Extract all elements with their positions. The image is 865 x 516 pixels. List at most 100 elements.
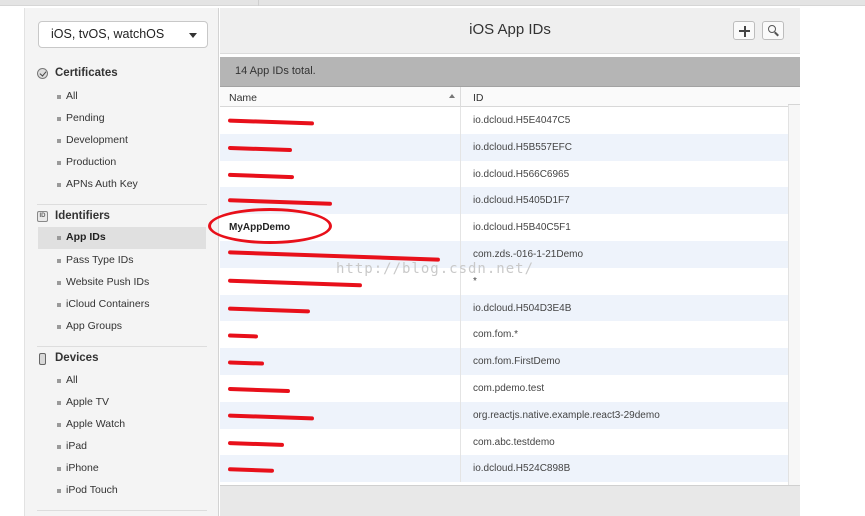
bullet-icon	[57, 161, 61, 165]
sidebar-item-icloud-containers[interactable]: iCloud Containers	[38, 294, 206, 316]
browser-top-edge	[0, 0, 865, 6]
bullet-icon	[57, 139, 61, 143]
section-title: Identifiers	[55, 210, 110, 222]
redaction-mark	[227, 118, 315, 126]
app-id: io.dcloud.H5B40C5F1	[473, 222, 571, 234]
bullet-icon	[57, 236, 61, 240]
bullet-icon	[57, 95, 61, 99]
table-row[interactable]: com.fom.*	[220, 321, 788, 349]
bullet-icon	[57, 259, 61, 263]
sidebar-item-apple-tv[interactable]: Apple TV	[38, 392, 206, 414]
table-row[interactable]: com.fom.FirstDemo	[220, 348, 788, 375]
table-row[interactable]: io.dcloud.H566C6965	[220, 160, 788, 188]
bullet-icon	[57, 325, 61, 329]
sidebar-item-label: iCloud Containers	[66, 298, 150, 310]
sidebar-item-label: iPad	[66, 440, 88, 452]
redaction-mark	[227, 198, 333, 207]
app-id: com.pdemo.test	[473, 382, 545, 394]
sidebar-item-website-push-ids[interactable]: Website Push IDs	[38, 272, 206, 294]
platform-select[interactable]: iOS, tvOS, watchOS	[38, 21, 208, 48]
section-title: Devices	[55, 352, 99, 364]
sidebar-item-label: All	[66, 374, 78, 386]
sidebar-item-label: iPhone	[66, 462, 99, 474]
section-identifiers[interactable]: ID Identifiers	[37, 210, 110, 228]
bullet-icon	[57, 489, 61, 493]
sidebar-item-apns-auth-key[interactable]: APNs Auth Key	[38, 174, 206, 196]
app-id: io.dcloud.H566C6965	[473, 168, 570, 180]
sidebar-item-app-ids[interactable]: App IDs	[38, 227, 206, 249]
redaction-mark	[227, 360, 265, 366]
add-button[interactable]	[733, 21, 755, 40]
column-divider	[460, 133, 461, 161]
section-certificates[interactable]: Certificates	[37, 67, 118, 85]
bullet-icon	[57, 445, 61, 449]
app-id: com.abc.testdemo	[473, 436, 555, 448]
table-row[interactable]: com.abc.testdemo	[220, 428, 788, 456]
divider	[37, 204, 207, 205]
redaction-mark	[227, 306, 311, 314]
app-id: com.zds.-016-1-21Demo	[473, 248, 584, 260]
sidebar-item-label: Development	[66, 134, 128, 146]
app-id-count: 14 App IDs total.	[235, 65, 316, 77]
sidebar-item-ipod-touch[interactable]: iPod Touch	[38, 480, 206, 502]
column-divider	[460, 321, 461, 349]
column-divider	[460, 214, 461, 241]
sidebar-item-label: App IDs	[66, 231, 106, 243]
sidebar-item-certificates-all[interactable]: All	[38, 86, 206, 108]
app-id: org.reactjs.native.example.react3-29demo	[473, 409, 660, 421]
watermark: http://blog.csdn.net/	[336, 261, 535, 277]
app-id: io.dcloud.H5405D1F7	[473, 195, 570, 207]
device-icon	[39, 353, 46, 365]
sidebar-item-production[interactable]: Production	[38, 152, 206, 174]
section-title: Certificates	[55, 67, 118, 79]
column-header-name[interactable]: Name	[229, 92, 257, 104]
sidebar-item-development[interactable]: Development	[38, 130, 206, 152]
page-title: iOS App IDs	[469, 21, 551, 38]
column-header-id[interactable]: ID	[473, 92, 484, 104]
table-row[interactable]: com.pdemo.test	[220, 374, 788, 402]
table-row[interactable]: org.reactjs.native.example.react3-29demo	[220, 401, 788, 429]
sidebar-item-app-groups[interactable]: App Groups	[38, 316, 206, 338]
sidebar-item-label: iPod Touch	[66, 484, 118, 496]
sidebar-item-label: All	[66, 90, 78, 102]
sidebar-item-iphone[interactable]: iPhone	[38, 458, 206, 480]
highlight-circle-annotation	[208, 208, 332, 244]
sidebar-item-pass-type-ids[interactable]: Pass Type IDs	[38, 250, 206, 272]
sort-ascending-icon[interactable]	[449, 94, 455, 98]
app-id: com.fom.FirstDemo	[473, 356, 561, 368]
column-divider	[460, 348, 461, 375]
app-id: io.dcloud.H5B557EFC	[473, 141, 572, 153]
table-row[interactable]: io.dcloud.H5B557EFC	[220, 133, 788, 161]
redaction-mark	[227, 467, 275, 474]
sidebar: iOS, tvOS, watchOS Certificates All Pend…	[24, 8, 219, 516]
bullet-icon	[57, 379, 61, 383]
column-divider	[460, 401, 461, 429]
vertical-scrollbar[interactable]	[788, 87, 800, 485]
redaction-mark	[227, 386, 291, 394]
sidebar-item-label: Apple Watch	[66, 418, 126, 430]
table-row[interactable]: io.dcloud.H524C898B	[220, 455, 788, 483]
plus-icon-stroke	[743, 25, 746, 37]
sidebar-item-devices-all[interactable]: All	[38, 370, 206, 392]
table-row[interactable]: io.dcloud.H5E4047C5	[220, 107, 788, 134]
search-button[interactable]	[762, 21, 784, 40]
page-header: iOS App IDs	[220, 8, 800, 54]
redaction-mark	[227, 413, 315, 421]
redaction-mark	[227, 172, 295, 179]
column-divider	[460, 294, 461, 322]
section-devices[interactable]: Devices	[37, 352, 98, 370]
id-icon: ID	[37, 211, 48, 222]
sidebar-item-label: Production	[66, 156, 117, 168]
search-icon-handle	[774, 31, 779, 37]
bullet-icon	[57, 303, 61, 307]
sidebar-item-pending[interactable]: Pending	[38, 108, 206, 130]
sidebar-item-ipad[interactable]: iPad	[38, 436, 206, 458]
sidebar-item-label: Pass Type IDs	[66, 254, 134, 266]
sidebar-item-label: App Groups	[66, 320, 123, 332]
table-row[interactable]: io.dcloud.H504D3E4B	[220, 294, 788, 322]
app-id: com.fom.*	[473, 329, 519, 341]
sidebar-item-apple-watch[interactable]: Apple Watch	[38, 414, 206, 436]
bullet-icon	[57, 117, 61, 121]
table-row[interactable]: io.dcloud.H5405D1F7	[220, 187, 788, 215]
table-header: Name ID	[220, 87, 788, 107]
